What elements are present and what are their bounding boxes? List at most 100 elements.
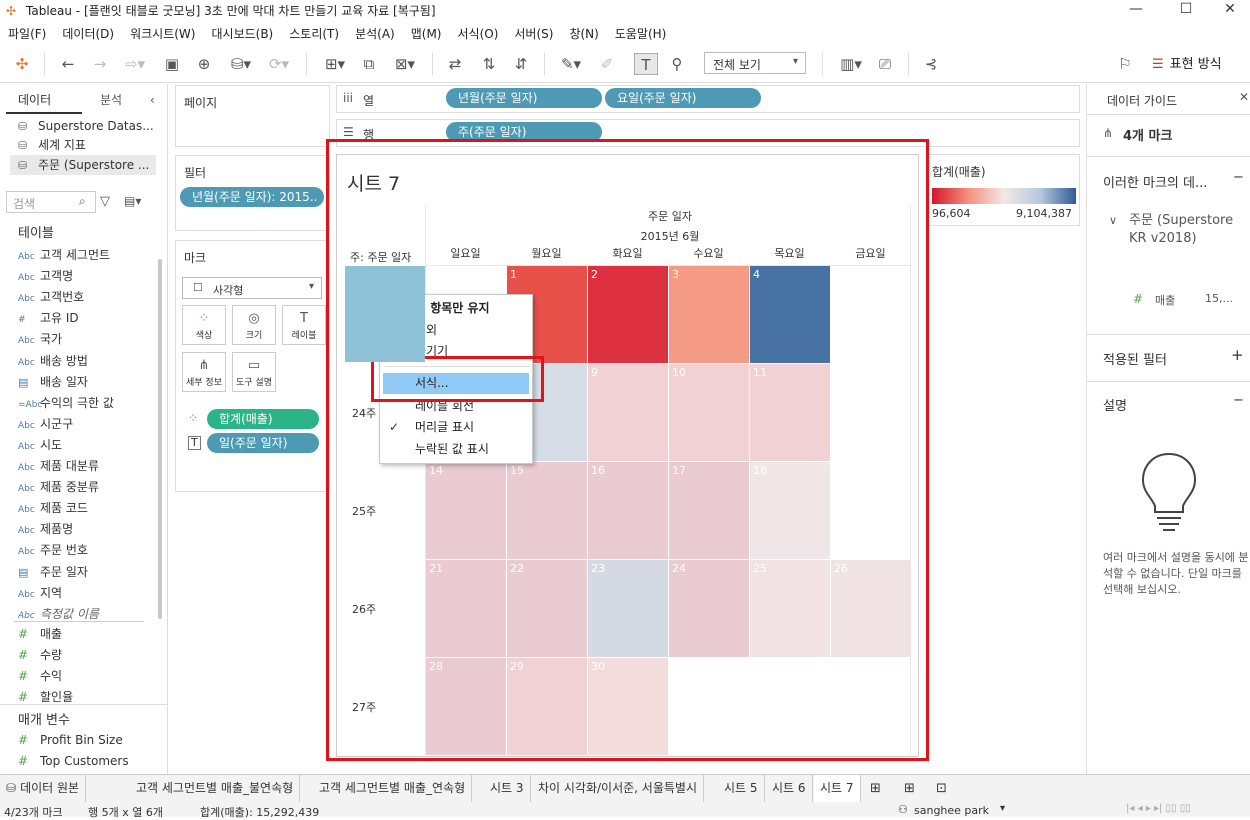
pager-icon[interactable]: |◂ ◂ ▸ ▸| ▯▯ ▯▯ (1126, 803, 1191, 814)
menu-map[interactable]: 맵(M) (411, 25, 442, 42)
color-legend[interactable]: 합계(매출) 96,604 9,104,387 (927, 154, 1080, 226)
group-members-icon[interactable]: ✐ (596, 53, 618, 75)
tab-sheet-1[interactable]: 고객 세그먼트별 매출_불연속형 (130, 775, 301, 802)
clear-sheet-icon[interactable]: ⊠▾ (388, 53, 422, 75)
tableau-home-icon[interactable]: ✣ (12, 53, 32, 75)
heatmap-cell[interactable]: 30 (588, 658, 668, 755)
weekday-header[interactable]: 수요일 (668, 245, 749, 261)
maximize-button[interactable]: ☐ (1163, 0, 1209, 21)
field-item[interactable]: Abc 주문 번호 (18, 540, 88, 561)
description-section[interactable]: 설명 (1103, 395, 1127, 414)
heatmap-cell[interactable]: 25 (750, 560, 830, 657)
tab-sheet-5[interactable]: 시트 5 (718, 775, 765, 802)
menu-file[interactable]: 파일(F) (8, 25, 46, 42)
collapse-pane-icon[interactable]: ‹ (150, 88, 155, 112)
filter-pill-month[interactable]: 년월(주문 일자): 2015.. (180, 187, 324, 207)
heatmap-cell[interactable]: 2 (588, 266, 668, 363)
weekday-header[interactable]: 화요일 (587, 245, 668, 261)
mark-type-select[interactable]: ☐ 사각형 ▾ (182, 277, 322, 299)
tab-datasource[interactable]: ⛁ 데이터 원본 (0, 775, 87, 802)
field-item[interactable]: Abc 고객번호 (18, 287, 84, 308)
field-item[interactable]: Abc 제품 중분류 (18, 477, 99, 498)
tab-analysis[interactable]: 분석 (100, 88, 122, 112)
tooltip-button[interactable]: ▭ 도구 설명 (232, 352, 276, 392)
field-item[interactable]: Abc 시도 (18, 435, 62, 456)
heatmap-cell[interactable]: 9 (588, 364, 668, 461)
heatmap-cell[interactable]: 18 (750, 462, 830, 559)
pages-card[interactable]: 페이지 (175, 85, 330, 147)
size-button[interactable]: ◎ 크기 (232, 305, 276, 345)
view-options-icon[interactable]: ▤▾ (124, 194, 141, 208)
view-size-select[interactable]: 전체 보기 ▾ (704, 52, 806, 74)
datasource-world[interactable]: ⛁ 세계 지표 (18, 135, 86, 155)
column-pill-weekday[interactable]: 요일(주문 일자) (605, 88, 761, 108)
tab-sheet-3[interactable]: 시트 3 (484, 775, 531, 802)
scrollbar[interactable] (158, 259, 162, 619)
status-user[interactable]: sanghee park (914, 804, 989, 817)
tab-sheet-7[interactable]: 시트 7 (814, 775, 861, 802)
week-header[interactable]: 24주 (352, 405, 376, 421)
field-item[interactable]: Abc 제품명 (18, 519, 73, 540)
parameter-top-customers[interactable]: # Top Customers (18, 751, 129, 772)
selected-row-header[interactable] (345, 266, 425, 362)
swap-rows-columns-icon[interactable]: ⇄ (444, 53, 466, 75)
chevron-down-icon[interactable]: ∨ (1109, 214, 1117, 227)
heatmap-cell[interactable]: 29 (507, 658, 587, 755)
new-datasource-icon[interactable]: ⊕ (194, 53, 214, 75)
menu-data[interactable]: 데이터(D) (62, 25, 114, 42)
week-header[interactable]: 25주 (352, 503, 376, 519)
heatmap-cell[interactable]: 10 (669, 364, 749, 461)
filter-icon[interactable]: ▽ (100, 194, 110, 209)
heatmap-cell[interactable]: 24 (669, 560, 749, 657)
marks-pill-sales[interactable]: 합계(매출) (207, 409, 319, 429)
heatmap-cell[interactable]: 28 (426, 658, 506, 755)
format-painter-icon[interactable]: ⚐ (1114, 53, 1136, 75)
menu-help[interactable]: 도움말(H) (615, 25, 667, 42)
sort-ascending-icon[interactable]: ⇅ (478, 53, 500, 75)
field-item[interactable]: Abc 고객 세그먼트 (18, 245, 110, 266)
duplicate-sheet-icon[interactable]: ⧉ (358, 53, 380, 75)
chevron-down-icon[interactable]: ▾ (1000, 803, 1005, 814)
heatmap-cell[interactable]: 26 (831, 560, 911, 657)
menu-story[interactable]: 스토리(T) (289, 25, 339, 42)
heatmap-cell[interactable]: 17 (669, 462, 749, 559)
show-me-toggle[interactable]: ☰ 표현 방식 (1152, 53, 1222, 75)
color-button[interactable]: ⁘ 색상 (182, 305, 226, 345)
field-item[interactable]: =Abc수익의 극한 값 (18, 393, 114, 414)
datasource-superstore[interactable]: ⛁ Superstore Datas... (18, 116, 154, 136)
field-item[interactable]: ▤ 배송 일자 (18, 372, 88, 393)
menu-window[interactable]: 창(N) (569, 25, 598, 42)
new-dashboard-icon[interactable]: ⊞ (898, 775, 921, 802)
new-worksheet-icon[interactable]: ⊞ (864, 775, 887, 802)
menu-analysis[interactable]: 분석(A) (355, 25, 395, 42)
measure-item[interactable]: # 수익 (18, 666, 62, 687)
field-item[interactable]: # 고유 ID (18, 308, 79, 329)
heatmap-cell[interactable]: 3 (669, 266, 749, 363)
tab-data[interactable]: 데이터 (18, 88, 51, 112)
collapse-icon[interactable]: − (1233, 393, 1244, 408)
redo-icon[interactable]: → (90, 53, 110, 75)
close-button[interactable]: ✕ (1207, 0, 1250, 21)
new-worksheet-icon[interactable]: ⊞▾ (318, 53, 352, 75)
expand-icon[interactable]: + (1231, 346, 1244, 364)
datasource-orders[interactable]: ⛁ 주문 (Superstore ... (10, 155, 156, 175)
field-item[interactable]: Abc 측정값 이름 (18, 604, 99, 625)
field-item[interactable]: Abc 고객명 (18, 266, 73, 287)
menu-server[interactable]: 서버(S) (514, 25, 553, 42)
menu-format[interactable]: 서식(O) (458, 25, 499, 42)
show-me-icon[interactable]: ▥▾ (834, 53, 868, 75)
heatmap-cell[interactable]: 11 (750, 364, 830, 461)
share-icon[interactable]: ⊰ (920, 53, 942, 75)
field-item[interactable]: ▤ 주문 일자 (18, 562, 88, 583)
heatmap-cell[interactable]: 14 (426, 462, 506, 559)
tab-sheet-6[interactable]: 시트 6 (766, 775, 813, 802)
save-icon[interactable]: ▣ (162, 53, 182, 75)
field-item[interactable]: Abc 제품 코드 (18, 498, 88, 519)
undo-icon[interactable]: ← (58, 53, 78, 75)
field-item[interactable]: Abc 국가 (18, 329, 62, 350)
fix-axes-icon[interactable]: ⚲ (666, 53, 688, 75)
replay-icon[interactable]: ⇨▾ (120, 53, 150, 75)
sort-descending-icon[interactable]: ⇵ (510, 53, 532, 75)
collapse-icon[interactable]: − (1233, 170, 1244, 185)
heatmap-cell[interactable]: 22 (507, 560, 587, 657)
